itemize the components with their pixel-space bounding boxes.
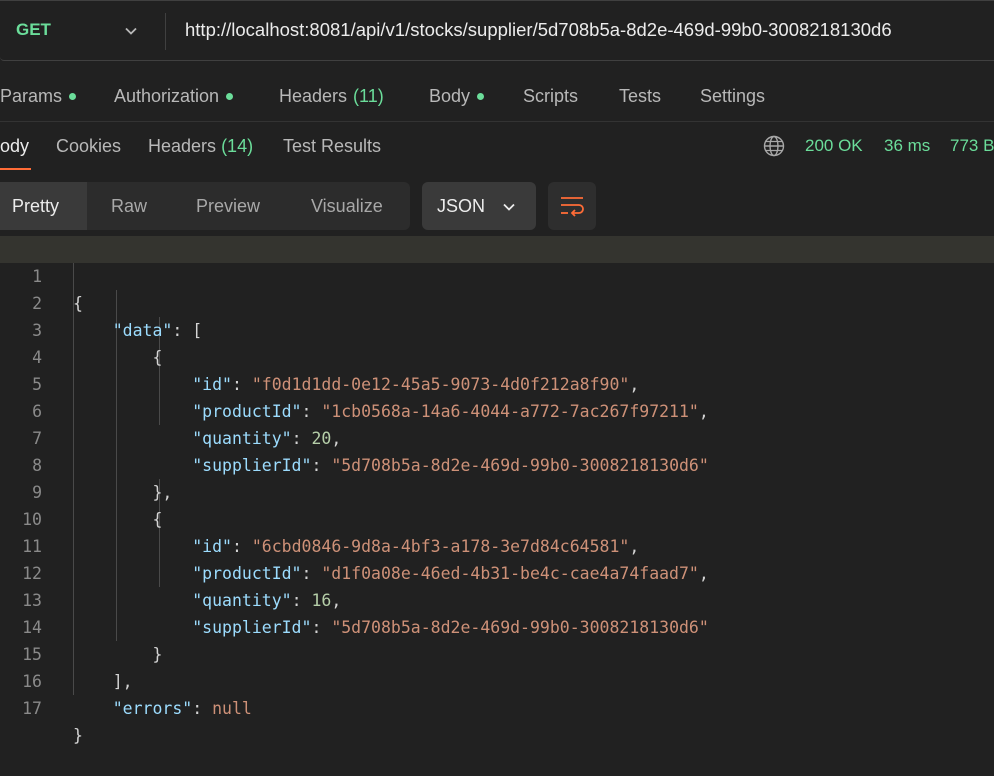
code-line: 2 "data": [ bbox=[0, 263, 994, 340]
tab-label: Authorization bbox=[114, 86, 220, 106]
active-tab-indicator bbox=[0, 168, 31, 170]
raw-button[interactable]: Raw bbox=[111, 182, 147, 230]
code-line: 10 "id": "6cbd0846-9d8a-4bf3-a178-3e7d84… bbox=[0, 479, 994, 556]
visualize-button[interactable]: Visualize bbox=[311, 182, 383, 230]
response-body-editor[interactable]: 1 { 2 "data": [ 3 { 4 "id": "f0d1d1dd-0e… bbox=[0, 236, 994, 745]
chevron-down-icon[interactable] bbox=[123, 23, 139, 39]
code-line: 5 "productId": "1cb0568a-14a6-4044-a772-… bbox=[0, 344, 994, 421]
code-line: 4 "id": "f0d1d1dd-0e12-45a5-9073-4d0f212… bbox=[0, 317, 994, 394]
wrap-lines-icon bbox=[561, 197, 584, 217]
divider bbox=[0, 121, 994, 122]
tab-scripts[interactable]: Scripts bbox=[523, 86, 578, 107]
response-size[interactable]: 773 B bbox=[950, 136, 994, 156]
tab-label: Body bbox=[429, 86, 471, 106]
tab-authorization[interactable]: Authorization bbox=[114, 86, 234, 107]
code-line: 14 } bbox=[0, 587, 994, 664]
format-label: JSON bbox=[437, 196, 486, 216]
globe-icon[interactable] bbox=[763, 135, 785, 157]
method-select[interactable]: GET bbox=[16, 20, 51, 40]
code-line: 7 "supplierId": "5d708b5a-8d2e-469d-99b0… bbox=[0, 398, 994, 475]
wrap-lines-button[interactable] bbox=[548, 182, 596, 230]
preview-button[interactable]: Preview bbox=[196, 182, 260, 230]
code-text: } bbox=[73, 726, 83, 745]
status-dot bbox=[69, 93, 77, 100]
view-mode-segmented: Pretty Raw Preview Visualize bbox=[0, 182, 410, 230]
format-select[interactable]: JSON bbox=[422, 182, 536, 230]
tab-label: Scripts bbox=[523, 86, 579, 106]
tab-tests[interactable]: Tests bbox=[619, 86, 661, 107]
code-line: 15 ], bbox=[0, 614, 994, 691]
code-line: 12 "quantity": 16, bbox=[0, 533, 994, 610]
tab-params[interactable]: Params bbox=[0, 86, 77, 107]
response-time[interactable]: 36 ms bbox=[884, 136, 930, 156]
code-line: 3 { bbox=[0, 290, 994, 367]
status-code[interactable]: 200 OK bbox=[805, 136, 863, 156]
code-line: 8 }, bbox=[0, 425, 994, 502]
code-line: 16 "errors": null bbox=[0, 641, 994, 718]
tab-label: Params bbox=[0, 86, 63, 106]
tab-body[interactable]: Body bbox=[429, 86, 485, 107]
code-line: 6 "quantity": 20, bbox=[0, 371, 994, 448]
tab-label: Headers bbox=[279, 86, 348, 106]
tab-response-body[interactable]: Body bbox=[0, 136, 29, 157]
tab-label: Headers bbox=[148, 136, 217, 156]
code-line: 17 } bbox=[0, 668, 994, 745]
tab-cookies[interactable]: Cookies bbox=[56, 136, 121, 157]
divider bbox=[165, 13, 166, 50]
json-key: "errors" bbox=[112, 699, 193, 718]
pretty-button[interactable]: Pretty bbox=[0, 182, 87, 230]
tab-response-headers[interactable]: Headers (14) bbox=[148, 136, 253, 157]
status-dot bbox=[226, 93, 234, 100]
status-dot bbox=[477, 93, 485, 100]
tab-label: Settings bbox=[700, 86, 766, 106]
tab-settings[interactable]: Settings bbox=[700, 86, 765, 107]
tab-label: Tests bbox=[619, 86, 662, 106]
code-line: 9 { bbox=[0, 452, 994, 529]
code-line: 11 "productId": "d1f0a08e-46ed-4b31-be4c… bbox=[0, 506, 994, 583]
url-bar: GET http://localhost:8081/api/v1/stocks/… bbox=[0, 0, 994, 61]
code-line: 1 { bbox=[0, 236, 994, 313]
count-badge: (14) bbox=[221, 136, 254, 156]
code-line: 13 "supplierId": "5d708b5a-8d2e-469d-99b… bbox=[0, 560, 994, 637]
count-badge: (11) bbox=[353, 86, 384, 106]
json-value: null bbox=[212, 699, 252, 718]
chevron-down-icon bbox=[503, 203, 515, 211]
url-input[interactable]: http://localhost:8081/api/v1/stocks/supp… bbox=[185, 19, 892, 41]
tab-headers[interactable]: Headers (11) bbox=[279, 86, 384, 107]
tab-test-results[interactable]: Test Results bbox=[283, 136, 381, 157]
